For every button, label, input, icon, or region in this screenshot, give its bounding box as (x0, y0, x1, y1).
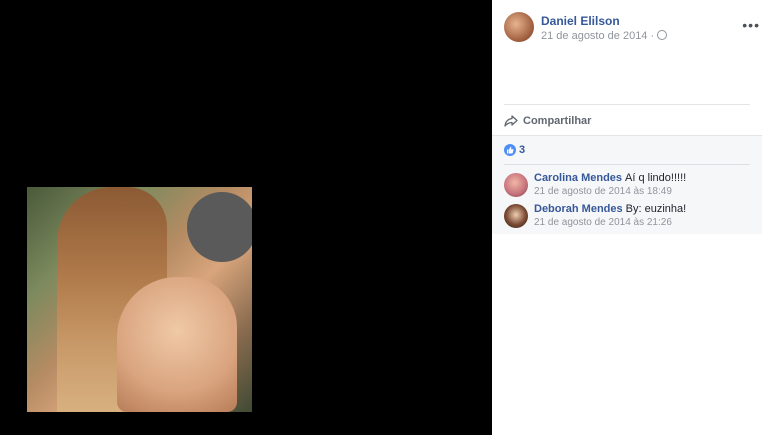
share-label: Compartilhar (523, 115, 592, 127)
comment-text: By: euzinha! (625, 203, 687, 215)
post-header: Daniel Elilson 21 de agosto de 2014 · ••… (504, 12, 760, 44)
commenter-name[interactable]: Deborah Mendes (534, 203, 623, 215)
post-date-text[interactable]: 21 de agosto de 2014 · (541, 30, 654, 42)
photo-skin-shape (117, 277, 237, 412)
share-button[interactable]: Compartilhar (504, 112, 591, 130)
comment-body: Carolina Mendes Aí q lindo!!!!! (534, 172, 686, 184)
comment-body: Deborah Mendes By: euzinha! (534, 203, 686, 215)
commenter-avatar[interactable] (504, 204, 528, 228)
divider (504, 104, 750, 105)
divider (504, 164, 750, 165)
post-date[interactable]: 21 de agosto de 2014 · (541, 30, 668, 42)
commenter-avatar[interactable] (504, 173, 528, 197)
like-summary[interactable]: 3 (504, 144, 525, 156)
like-icon (504, 144, 516, 156)
comments-section: 3 Carolina Mendes Aí q lindo!!!!! 21 de a… (492, 135, 762, 234)
comment-timestamp[interactable]: 21 de agosto de 2014 às 21:26 (534, 217, 672, 228)
share-icon (504, 115, 518, 127)
commenter-name[interactable]: Carolina Mendes (534, 172, 622, 184)
post-sidebar: Daniel Elilson 21 de agosto de 2014 · ••… (492, 0, 774, 435)
photo-viewer (0, 0, 492, 435)
author-name[interactable]: Daniel Elilson (541, 14, 620, 28)
globe-icon (657, 30, 668, 40)
post-photo[interactable] (27, 187, 252, 412)
comment-timestamp[interactable]: 21 de agosto de 2014 às 18:49 (534, 186, 672, 197)
photo-cap-shape (187, 192, 252, 262)
comment-item: Carolina Mendes Aí q lindo!!!!! 21 de ago… (504, 171, 754, 199)
comment-text: Aí q lindo!!!!! (625, 172, 687, 184)
more-options-icon[interactable]: ••• (742, 18, 760, 32)
author-avatar[interactable] (504, 12, 534, 42)
comment-item: Deborah Mendes By: euzinha! 21 de agosto … (504, 202, 754, 230)
like-count: 3 (519, 144, 526, 156)
